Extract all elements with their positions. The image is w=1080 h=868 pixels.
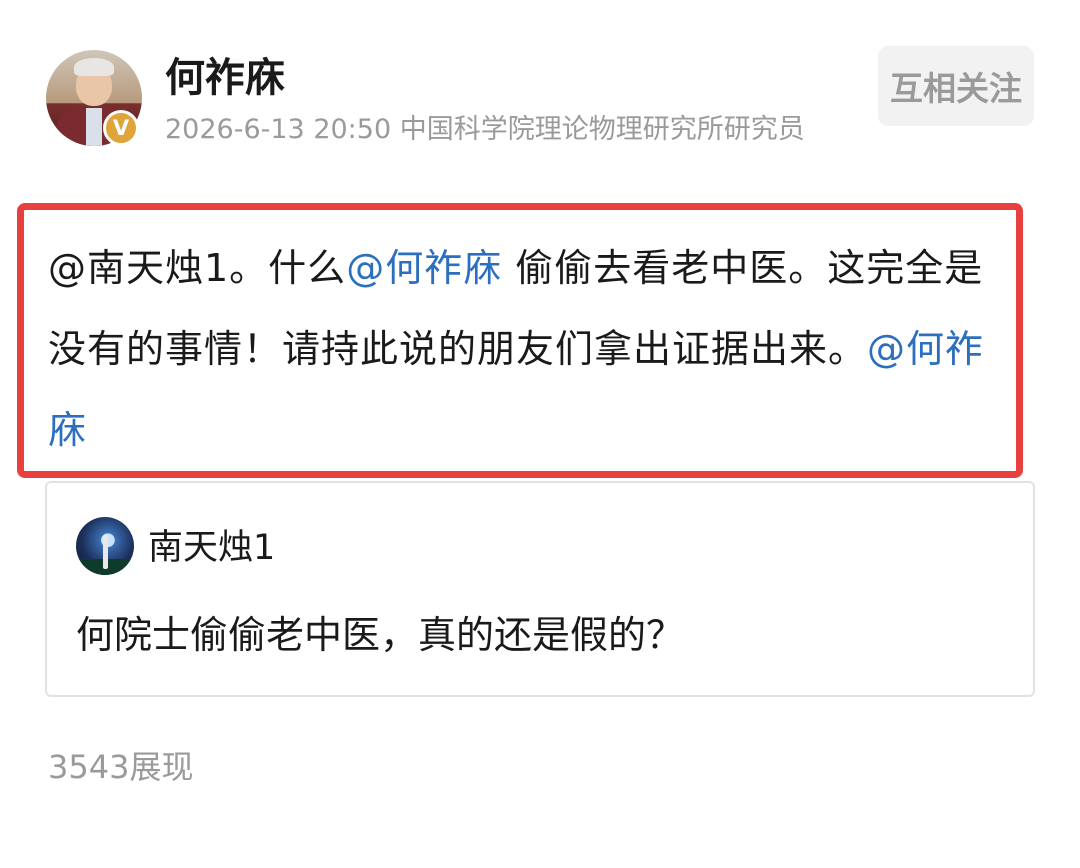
post-time: 2026-6-13 20:50	[165, 114, 392, 145]
quoted-post-text: 何院士偷偷老中医，真的还是假的？	[76, 613, 685, 657]
author-name[interactable]: 何祚庥	[165, 52, 285, 104]
avatar-hair-shape	[74, 58, 114, 76]
mutual-follow-button[interactable]: 互相关注	[878, 46, 1034, 126]
mention-link[interactable]: @何祚庥	[346, 246, 502, 290]
post-page: V 何祚庥 2026-6-13 20:50 中国科学院理论物理研究所研究员 互相…	[0, 0, 1080, 868]
avatar-figure-shape	[103, 535, 108, 569]
quoted-author-name[interactable]: 南天烛1	[148, 525, 275, 571]
quoted-post-card[interactable]	[45, 481, 1035, 697]
view-count: 3543展现	[48, 748, 194, 786]
post-text-segment: @南天烛1。什么	[48, 246, 347, 290]
post-content: @南天烛1。什么@何祚庥 偷偷去看老中医。这完全是没有的事情！请持此说的朋友们拿…	[48, 228, 1013, 471]
avatar-shirt-shape	[86, 108, 102, 146]
verified-v-icon: V	[103, 110, 139, 146]
author-bio: 中国科学院理论物理研究所研究员	[399, 114, 805, 145]
quoted-author-avatar[interactable]	[76, 517, 134, 575]
post-meta: 2026-6-13 20:50 中国科学院理论物理研究所研究员	[165, 112, 805, 148]
